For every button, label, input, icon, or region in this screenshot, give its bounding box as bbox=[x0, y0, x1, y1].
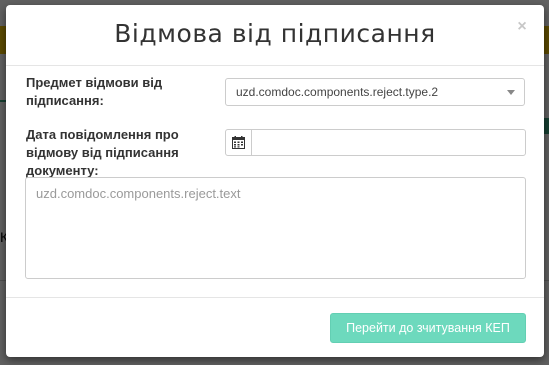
reason-select[interactable]: uzd.comdoc.components.reject.type.2 bbox=[225, 78, 525, 106]
proceed-to-signature-button[interactable]: Перейти до зчитування КЕП bbox=[330, 313, 526, 343]
date-input[interactable] bbox=[251, 129, 526, 156]
calendar-button[interactable] bbox=[225, 129, 252, 156]
date-label: Дата повідомлення про відмову від підпис… bbox=[26, 127, 179, 178]
reject-signing-dialog: Відмова від підписання × Предмет відмови… bbox=[6, 5, 544, 357]
chevron-down-icon bbox=[507, 90, 515, 95]
date-picker bbox=[225, 129, 526, 156]
reason-label: Предмет відмови від підписання: bbox=[26, 75, 163, 108]
dialog-header: Відмова від підписання × bbox=[6, 5, 544, 66]
close-button[interactable]: × bbox=[514, 19, 530, 35]
dialog-title: Відмова від підписання bbox=[114, 19, 436, 48]
reason-select-value: uzd.comdoc.components.reject.type.2 bbox=[236, 85, 439, 99]
calendar-icon bbox=[232, 136, 245, 149]
dialog-footer: Перейти до зчитування КЕП bbox=[6, 297, 544, 357]
reject-comment-textarea[interactable] bbox=[25, 177, 526, 279]
